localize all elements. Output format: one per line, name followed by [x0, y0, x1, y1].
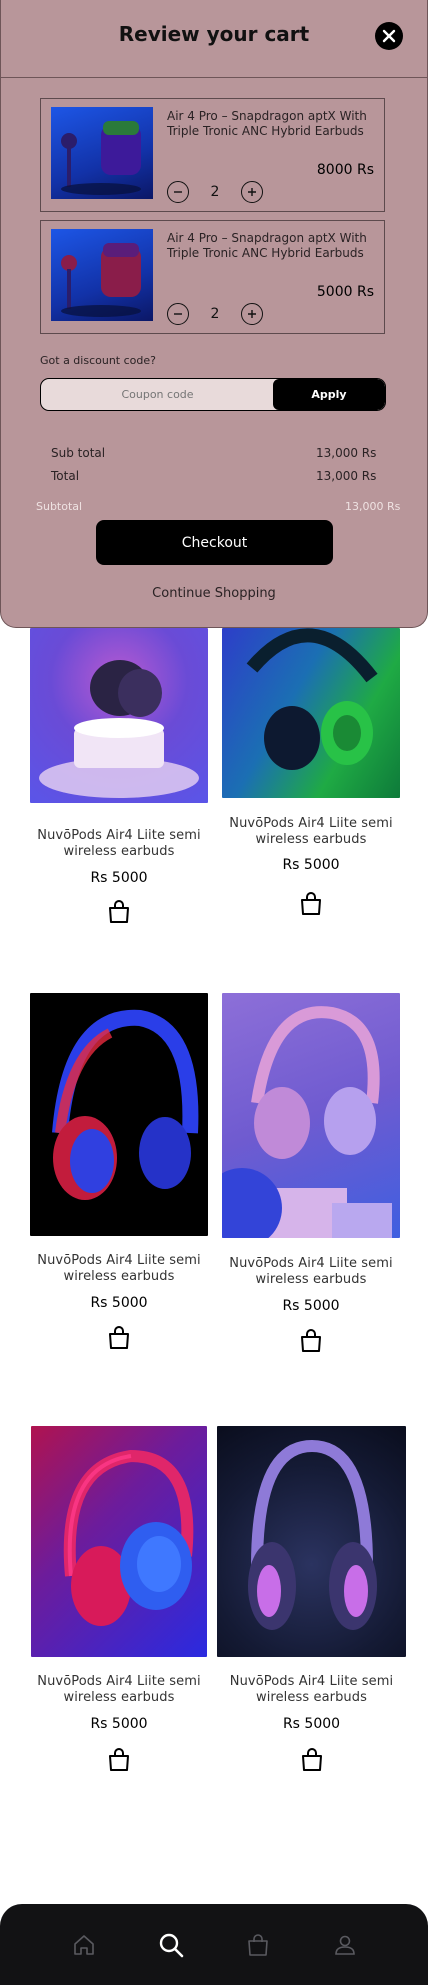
cart-item-name: Air 4 Pro – Snapdragon aptX With Triple … — [167, 231, 367, 260]
total-value: 13,000 Rs — [316, 469, 377, 483]
product-card[interactable]: NuvōPods Air4 Liite semi wireless earbud… — [30, 628, 208, 928]
headphones-image — [246, 628, 378, 770]
add-to-bag-icon[interactable] — [300, 892, 322, 916]
checkout-button[interactable]: Checkout — [96, 520, 333, 565]
discount-label: Got a discount code? — [40, 354, 156, 367]
coupon-input[interactable] — [41, 379, 274, 410]
product-price: Rs 5000 — [90, 870, 148, 886]
minus-icon — [174, 313, 182, 315]
cart-sheet: Review your cart Air 4 Pro – Snapdragon … — [0, 0, 428, 628]
product-name[interactable]: NuvōPods Air4 Liite semi wireless earbud… — [222, 1256, 400, 1288]
quantity-increase-button[interactable] — [241, 181, 263, 203]
nav-home[interactable] — [64, 1925, 104, 1965]
cart-item-name: Air 4 Pro – Snapdragon aptX With Triple … — [167, 109, 367, 138]
quantity-decrease-button[interactable] — [167, 181, 189, 203]
quantity-increase-button[interactable] — [241, 303, 263, 325]
cart-item: Air 4 Pro – Snapdragon aptX With Triple … — [40, 220, 385, 334]
headphones-image — [39, 660, 199, 798]
subtotal-faint-label: Subtotal — [36, 500, 83, 513]
headphones-image — [222, 1006, 392, 1238]
product-price: Rs 5000 — [90, 1295, 148, 1311]
cart-item-price: 8000 Rs — [316, 162, 374, 178]
cart-item-image — [51, 107, 153, 199]
product-image[interactable] — [217, 1426, 406, 1657]
product-name[interactable]: NuvōPods Air4 Liite semi wireless earbud… — [222, 816, 400, 848]
quantity-value: 2 — [210, 306, 220, 322]
add-to-bag-icon[interactable] — [108, 900, 130, 924]
close-button[interactable] — [375, 22, 403, 50]
headphones-image — [63, 1449, 194, 1626]
product-card[interactable]: NuvōPods Air4 Liite semi wireless earbud… — [222, 628, 400, 928]
quantity-decrease-button[interactable] — [167, 303, 189, 325]
earbuds-image — [61, 121, 141, 195]
product-image[interactable] — [30, 993, 208, 1236]
subtotal-label: Sub total — [51, 446, 106, 460]
add-to-bag-icon[interactable] — [108, 1748, 130, 1772]
coupon-field: Apply — [40, 378, 386, 411]
product-card[interactable]: NuvōPods Air4 Liite semi wireless earbud… — [222, 993, 400, 1353]
add-to-bag-icon[interactable] — [301, 1748, 323, 1772]
cart-item: Air 4 Pro – Snapdragon aptX With Triple … — [40, 98, 385, 212]
product-name[interactable]: NuvōPods Air4 Liite semi wireless earbud… — [30, 828, 208, 860]
home-icon — [73, 1934, 94, 1955]
bottom-nav — [0, 1904, 428, 1985]
product-name[interactable]: NuvōPods Air4 Liite semi wireless earbud… — [217, 1674, 406, 1706]
product-card[interactable]: NuvōPods Air4 Liite semi wireless earbud… — [30, 993, 208, 1353]
earbuds-image — [61, 243, 141, 317]
product-price: Rs 5000 — [282, 857, 340, 873]
total-label: Total — [51, 469, 80, 483]
minus-icon — [174, 191, 182, 193]
headphones-image — [52, 1009, 199, 1200]
product-name[interactable]: NuvōPods Air4 Liite semi wireless earbud… — [31, 1674, 207, 1706]
headphones-image — [248, 1439, 377, 1630]
apply-button[interactable]: Apply — [273, 379, 385, 410]
cart-item-image — [51, 229, 153, 321]
subtotal-value: 13,000 Rs — [316, 446, 377, 460]
product-image[interactable] — [30, 628, 208, 803]
add-to-bag-icon[interactable] — [300, 1329, 322, 1353]
profile-icon — [334, 1935, 355, 1955]
quantity-value: 2 — [210, 184, 220, 200]
product-price: Rs 5000 — [282, 1716, 341, 1732]
product-image[interactable] — [222, 993, 400, 1238]
product-card[interactable]: NuvōPods Air4 Liite semi wireless earbud… — [31, 1426, 207, 1786]
cart-item-price: 5000 Rs — [316, 284, 374, 300]
plus-icon — [248, 188, 256, 196]
product-name[interactable]: NuvōPods Air4 Liite semi wireless earbud… — [30, 1253, 208, 1285]
divider — [1, 77, 427, 78]
plus-icon — [248, 310, 256, 318]
subtotal-faint-value: 13,000 Rs — [345, 500, 401, 513]
close-icon — [382, 29, 396, 43]
cart-title: Review your cart — [118, 22, 310, 46]
nav-bag[interactable] — [238, 1925, 278, 1965]
add-to-bag-icon[interactable] — [108, 1326, 130, 1350]
search-icon — [159, 1933, 183, 1957]
product-price: Rs 5000 — [282, 1298, 340, 1314]
product-image[interactable] — [222, 628, 400, 798]
product-image[interactable] — [31, 1426, 207, 1657]
nav-profile[interactable] — [325, 1925, 365, 1965]
product-card[interactable]: NuvōPods Air4 Liite semi wireless earbud… — [217, 1426, 406, 1786]
bag-icon — [247, 1933, 268, 1956]
product-price: Rs 5000 — [90, 1716, 148, 1732]
nav-search[interactable] — [151, 1925, 191, 1965]
continue-shopping-link[interactable]: Continue Shopping — [1, 586, 427, 601]
